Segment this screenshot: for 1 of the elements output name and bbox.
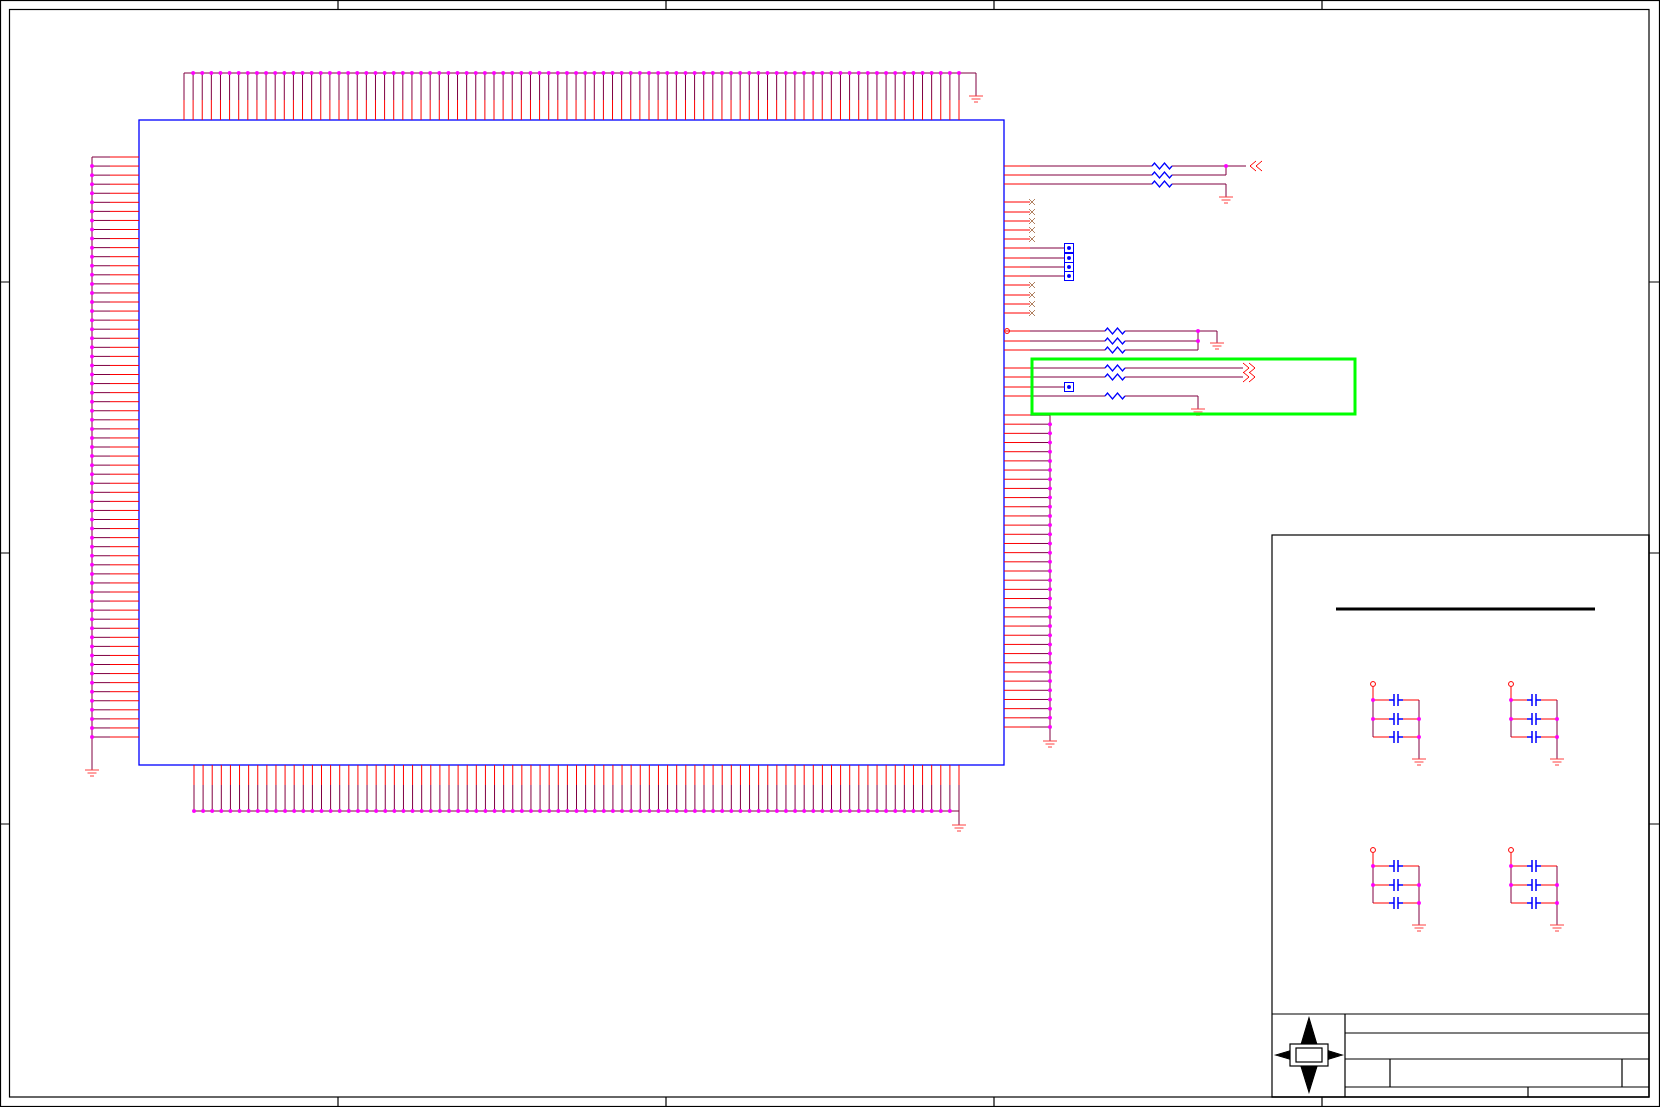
compass-logo-icon xyxy=(1273,1015,1345,1095)
